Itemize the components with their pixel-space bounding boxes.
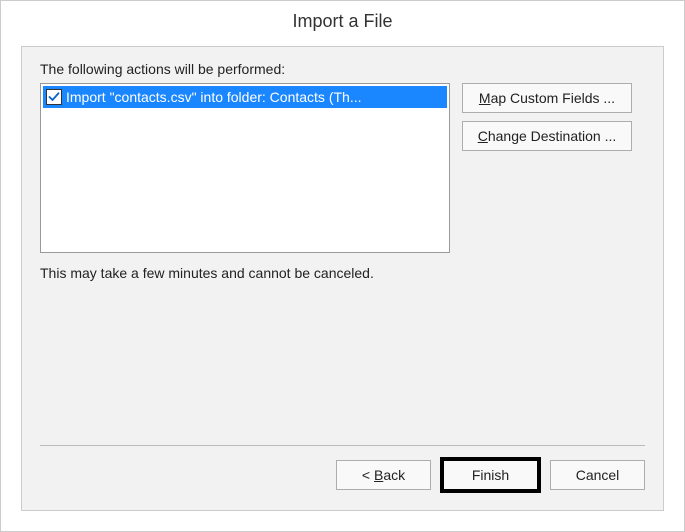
checkbox-icon[interactable] xyxy=(46,89,62,105)
cancel-button[interactable]: Cancel xyxy=(550,460,645,490)
list-item-label: Import "contacts.csv" into folder: Conta… xyxy=(66,89,444,105)
actions-label: The following actions will be performed: xyxy=(40,61,645,77)
import-file-dialog: Import a File The following actions will… xyxy=(0,0,685,532)
map-custom-fields-button[interactable]: Map Custom Fields ... xyxy=(462,83,632,113)
list-item[interactable]: Import "contacts.csv" into folder: Conta… xyxy=(43,86,447,108)
divider xyxy=(40,445,645,446)
footer-buttons: < Back Finish Cancel xyxy=(40,460,645,496)
side-buttons: Map Custom Fields ... Change Destination… xyxy=(462,83,632,151)
dialog-panel: The following actions will be performed:… xyxy=(21,46,664,511)
actions-listbox[interactable]: Import "contacts.csv" into folder: Conta… xyxy=(40,83,450,253)
note-label: This may take a few minutes and cannot b… xyxy=(40,265,645,281)
dialog-title: Import a File xyxy=(1,1,684,46)
change-destination-button[interactable]: Change Destination ... xyxy=(462,121,632,151)
finish-button[interactable]: Finish xyxy=(443,460,538,490)
back-button[interactable]: < Back xyxy=(336,460,431,490)
